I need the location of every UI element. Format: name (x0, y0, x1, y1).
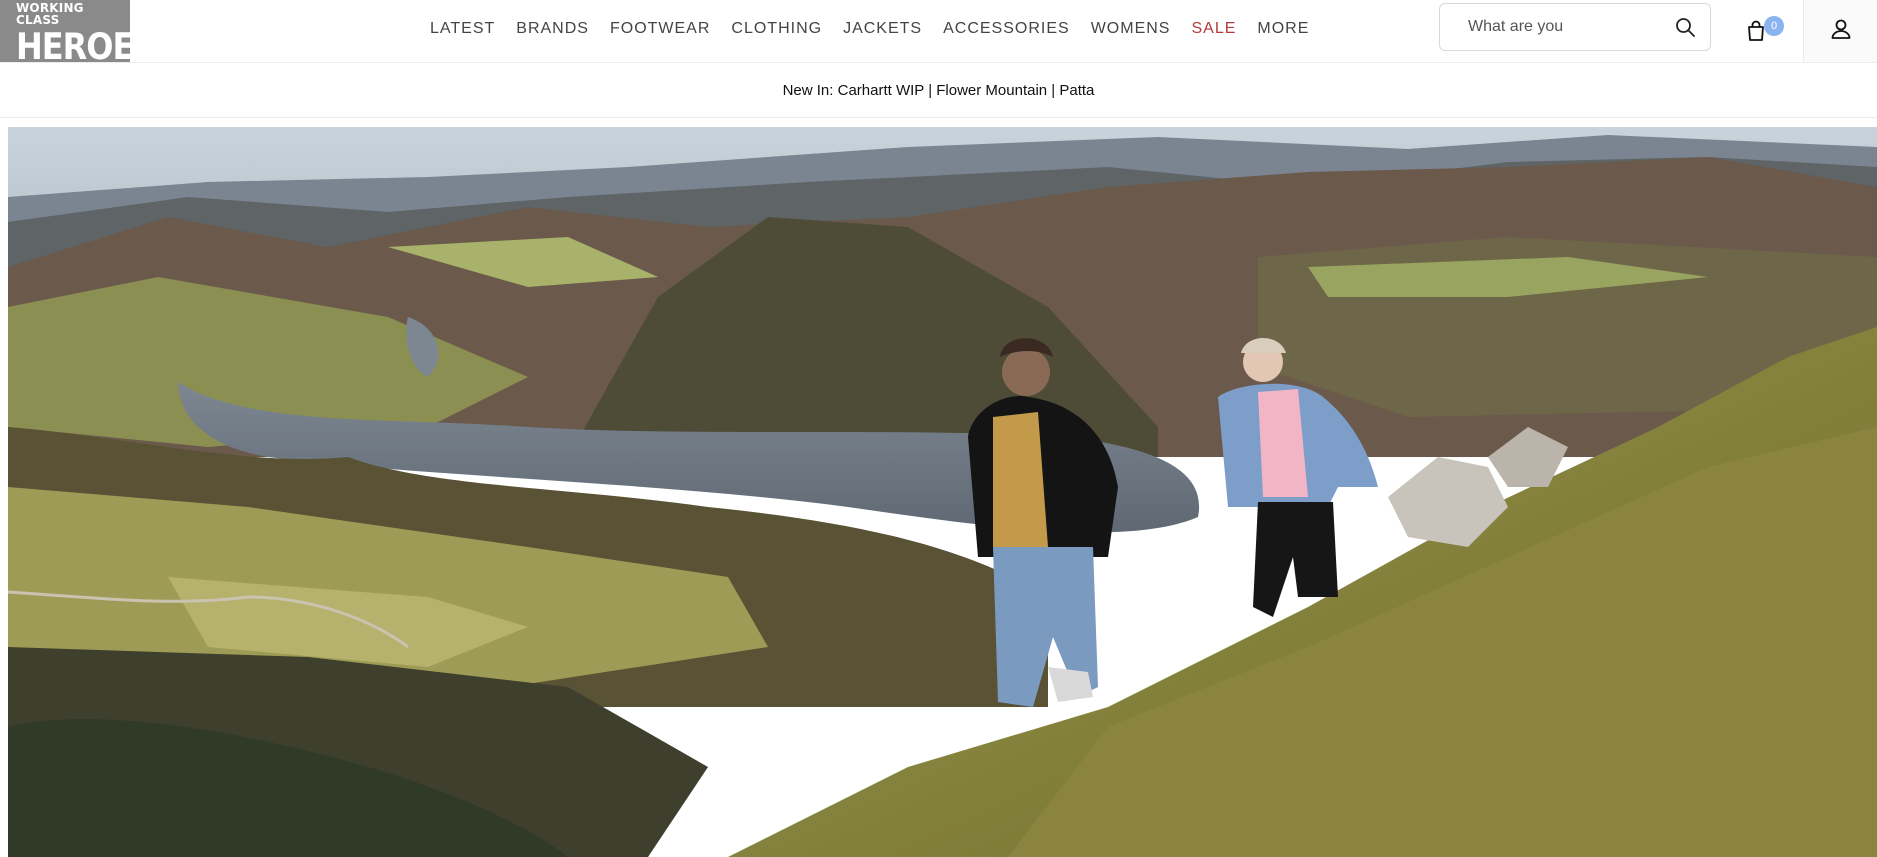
nav-item-more[interactable]: MORE (1257, 20, 1309, 38)
search-input[interactable] (1466, 17, 1670, 37)
main-nav: LATEST BRANDS FOOTWEAR CLOTHING JACKETS … (430, 0, 1330, 58)
announcement-text[interactable]: New In: Carhartt WIP | Flower Mountain |… (783, 82, 1095, 99)
nav-item-footwear[interactable]: FOOTWEAR (610, 20, 710, 38)
nav-item-latest[interactable]: LATEST (430, 20, 495, 38)
brand-logo-line2: HEROES (16, 24, 156, 69)
nav-item-jackets[interactable]: JACKETS (843, 20, 922, 38)
brand-logo-line1: WORKING CLASS (16, 1, 84, 27)
nav-item-accessories[interactable]: ACCESSORIES (943, 20, 1070, 38)
cart-count-badge: 0 (1764, 16, 1784, 36)
brand-logo[interactable]: WORKING CLASS HEROES (0, 0, 156, 69)
shopping-bag-icon (1746, 20, 1766, 47)
nav-item-brands[interactable]: BRANDS (516, 20, 589, 38)
hero-landscape-illustration (8, 127, 1877, 857)
search-box (1439, 3, 1711, 51)
user-icon (1830, 18, 1852, 45)
site-header: WORKING CLASS HEROES LATEST BRANDS FOOTW… (0, 0, 1877, 69)
search-icon[interactable] (1674, 16, 1696, 38)
announcement-bar: New In: Carhartt WIP | Flower Mountain |… (0, 63, 1877, 118)
nav-item-clothing[interactable]: CLOTHING (731, 20, 822, 38)
nav-item-sale[interactable]: SALE (1191, 20, 1236, 38)
cart-button[interactable]: 0 (1746, 16, 1786, 46)
nav-item-womens[interactable]: WOMENS (1091, 20, 1171, 38)
account-button[interactable] (1803, 0, 1877, 62)
hero-image[interactable] (8, 127, 1877, 857)
